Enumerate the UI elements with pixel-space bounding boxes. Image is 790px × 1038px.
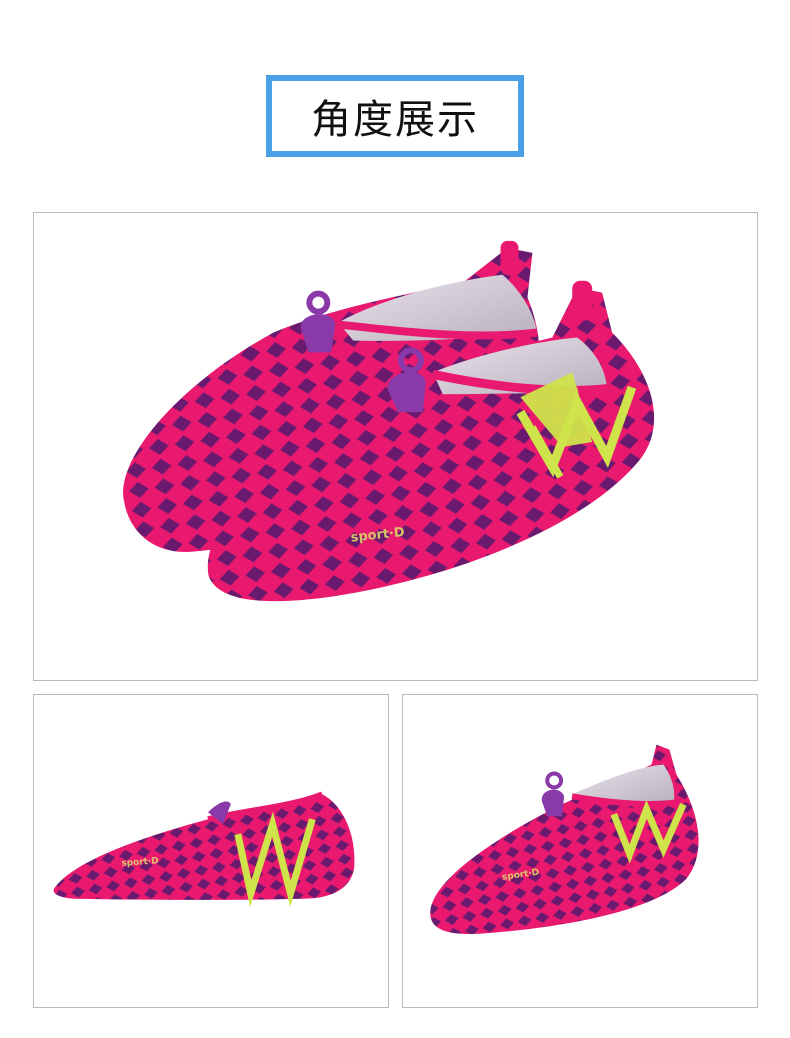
- section-title-box: 角度展示: [266, 75, 524, 157]
- photo-side-view: sport·D: [33, 694, 389, 1008]
- shoe-angle-illustration: sport·D: [430, 744, 699, 934]
- side-shoe: sport·D: [53, 791, 355, 908]
- section-title: 角度展示: [311, 97, 479, 143]
- angle-shoe: sport·D: [430, 744, 699, 934]
- shoe-side-illustration: sport·D: [53, 791, 355, 908]
- photo-pair-shoes: sport·D: [33, 212, 758, 681]
- shoe-pair-illustration: sport·D: [123, 240, 655, 602]
- photo-angle-view: sport·D: [402, 694, 758, 1008]
